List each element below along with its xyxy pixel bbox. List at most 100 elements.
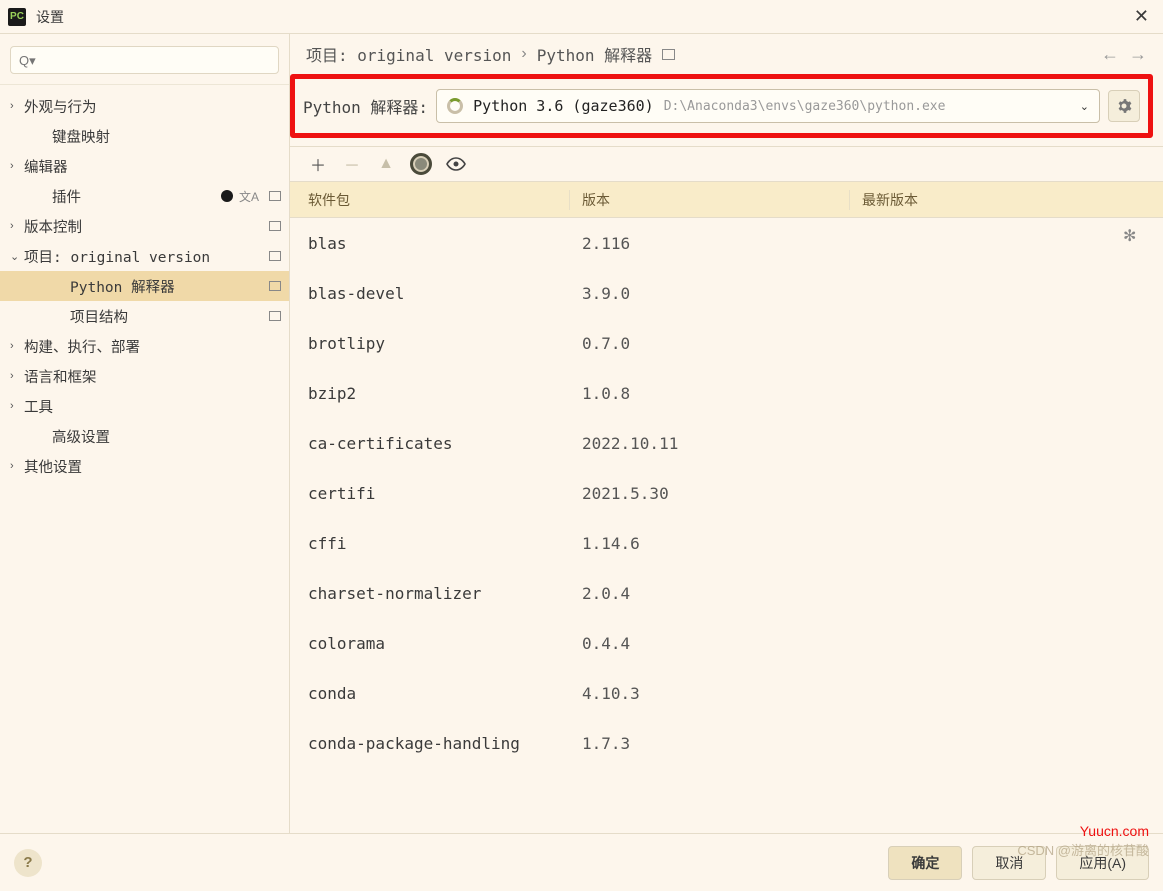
package-version: 0.7.0 <box>570 334 850 353</box>
package-version: 2.0.4 <box>570 584 850 603</box>
breadcrumb-project[interactable]: 项目: original version <box>306 42 511 66</box>
sidebar-item-4[interactable]: ›版本控制 <box>0 211 289 241</box>
nav-forward-icon[interactable]: → <box>1129 44 1147 65</box>
package-row[interactable]: blas2.116 <box>290 218 1163 268</box>
chevron-right-icon: › <box>10 220 24 232</box>
close-icon[interactable]: ✕ <box>1128 6 1155 27</box>
interpreter-dropdown[interactable]: Python 3.6 (gaze360) D:\Anaconda3\envs\g… <box>436 89 1100 123</box>
package-version: 1.14.6 <box>570 534 850 553</box>
package-version: 2.116 <box>570 234 850 253</box>
sidebar-item-11[interactable]: 高级设置 <box>0 421 289 451</box>
show-early-releases-button[interactable] <box>446 154 466 174</box>
package-name: conda-package-handling <box>290 734 570 753</box>
gear-icon <box>1116 98 1132 114</box>
interpreter-label: Python 解释器: <box>303 94 428 118</box>
package-row[interactable]: certifi2021.5.30 <box>290 468 1163 518</box>
interpreter-highlight-box: Python 解释器: Python 3.6 (gaze360) D:\Anac… <box>290 74 1153 138</box>
package-row[interactable]: charset-normalizer2.0.4 <box>290 568 1163 618</box>
ok-button[interactable]: 确定 <box>888 846 962 880</box>
interpreter-settings-button[interactable] <box>1108 90 1140 122</box>
package-name: cffi <box>290 534 570 553</box>
project-scope-icon <box>269 191 281 201</box>
package-version: 1.0.8 <box>570 384 850 403</box>
chevron-right-icon: › <box>10 340 24 352</box>
sidebar-item-12[interactable]: ›其他设置 <box>0 451 289 481</box>
package-version: 0.4.4 <box>570 634 850 653</box>
nav-back-icon[interactable]: ← <box>1101 44 1119 65</box>
project-scope-icon <box>269 251 281 261</box>
package-table-header: 软件包 版本 最新版本 <box>290 182 1163 218</box>
sidebar-item-label: 项目: original version <box>24 246 265 267</box>
language-icon: 文A <box>239 188 259 205</box>
package-row[interactable]: cffi1.14.6 <box>290 518 1163 568</box>
app-icon: PC <box>8 8 26 26</box>
sidebar-item-7[interactable]: 项目结构 <box>0 301 289 331</box>
sidebar-item-label: 编辑器 <box>24 156 281 177</box>
package-version: 3.9.0 <box>570 284 850 303</box>
project-scope-icon <box>662 49 675 60</box>
column-header-version[interactable]: 版本 <box>570 190 850 210</box>
remove-package-button[interactable]: － <box>342 154 362 174</box>
package-name: blas <box>290 234 570 253</box>
package-row[interactable]: conda4.10.3 <box>290 668 1163 718</box>
sidebar-item-label: 语言和框架 <box>24 366 281 387</box>
sidebar-item-10[interactable]: ›工具 <box>0 391 289 421</box>
sidebar-item-3[interactable]: 插件 文A <box>0 181 289 211</box>
sidebar-item-0[interactable]: ›外观与行为 <box>0 91 289 121</box>
sidebar-item-label: 工具 <box>24 396 281 417</box>
sidebar-item-label: 插件 <box>52 186 221 207</box>
chevron-right-icon: › <box>10 160 24 172</box>
package-name: certifi <box>290 484 570 503</box>
package-toolbar: ＋ － ▲ <box>290 146 1163 182</box>
project-scope-icon <box>269 311 281 321</box>
interpreter-path: D:\Anaconda3\envs\gaze360\python.exe <box>664 99 946 114</box>
package-row[interactable]: brotlipy0.7.0 <box>290 318 1163 368</box>
sidebar-item-5[interactable]: ⌄项目: original version <box>0 241 289 271</box>
breadcrumb-separator: › <box>521 45 526 63</box>
chevron-down-icon: ⌄ <box>1080 100 1089 113</box>
chevron-right-icon: › <box>10 100 24 112</box>
search-input[interactable] <box>10 46 279 74</box>
package-row[interactable]: colorama0.4.4 <box>290 618 1163 668</box>
chevron-down-icon: ⌄ <box>10 250 24 263</box>
conda-toggle-icon[interactable] <box>410 153 432 175</box>
package-row[interactable]: bzip21.0.8 <box>290 368 1163 418</box>
column-header-latest[interactable]: 最新版本 <box>850 190 1163 210</box>
eye-icon <box>446 157 466 171</box>
chevron-right-icon: › <box>10 460 24 472</box>
sidebar-item-label: 高级设置 <box>52 426 281 447</box>
sidebar-item-label: 版本控制 <box>24 216 265 237</box>
sidebar-item-label: 构建、执行、部署 <box>24 336 281 357</box>
chevron-right-icon: › <box>10 400 24 412</box>
package-version: 1.7.3 <box>570 734 850 753</box>
add-package-button[interactable]: ＋ <box>308 154 328 174</box>
sidebar-item-label: 项目结构 <box>70 306 265 327</box>
sidebar-item-label: Python 解释器 <box>70 276 265 297</box>
package-name: conda <box>290 684 570 703</box>
project-scope-icon <box>269 281 281 291</box>
table-loading-icon: ✻ <box>1123 226 1141 244</box>
sidebar-item-2[interactable]: ›编辑器 <box>0 151 289 181</box>
sidebar-item-8[interactable]: ›构建、执行、部署 <box>0 331 289 361</box>
package-name: charset-normalizer <box>290 584 570 603</box>
column-header-name[interactable]: 软件包 <box>290 190 570 210</box>
sidebar-item-9[interactable]: ›语言和框架 <box>0 361 289 391</box>
settings-tree: ›外观与行为键盘映射›编辑器插件文A›版本控制⌄项目: original ver… <box>0 85 289 833</box>
package-row[interactable]: conda-package-handling1.7.3 <box>290 718 1163 768</box>
sidebar-item-label: 键盘映射 <box>52 126 281 147</box>
package-table-body[interactable]: ✻ blas2.116blas-devel3.9.0brotlipy0.7.0b… <box>290 218 1163 833</box>
breadcrumb-page: Python 解释器 <box>537 42 652 66</box>
titlebar: PC 设置 ✕ <box>0 0 1163 34</box>
breadcrumb: 项目: original version › Python 解释器 ← → <box>290 34 1163 74</box>
package-version: 2021.5.30 <box>570 484 850 503</box>
package-row[interactable]: ca-certificates2022.10.11 <box>290 418 1163 468</box>
upgrade-package-button[interactable]: ▲ <box>376 154 396 174</box>
package-row[interactable]: blas-devel3.9.0 <box>290 268 1163 318</box>
bottom-bar: ? 确定 取消 应用(A) <box>0 833 1163 891</box>
help-button[interactable]: ? <box>14 849 42 877</box>
sidebar-item-6[interactable]: Python 解释器 <box>0 271 289 301</box>
sidebar-item-1[interactable]: 键盘映射 <box>0 121 289 151</box>
content-panel: 项目: original version › Python 解释器 ← → Py… <box>290 34 1163 833</box>
package-name: bzip2 <box>290 384 570 403</box>
package-version: 2022.10.11 <box>570 434 850 453</box>
